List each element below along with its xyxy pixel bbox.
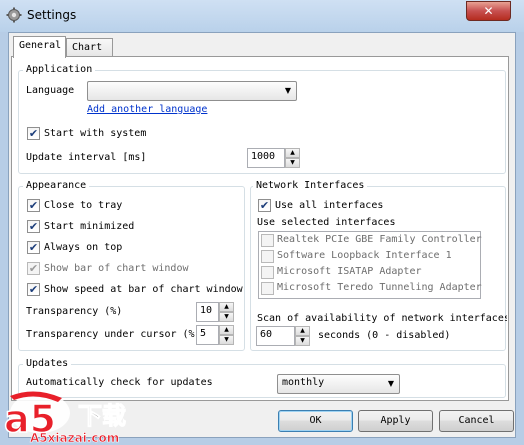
close-to-tray-checkbox[interactable]: ✔ bbox=[27, 199, 40, 212]
tab-general-label: General bbox=[19, 40, 62, 51]
interface-checkbox bbox=[261, 250, 274, 263]
update-frequency-value: monthly bbox=[282, 377, 325, 388]
show-speed-label: Show speed at bar of chart window bbox=[44, 284, 243, 295]
title-bar bbox=[0, 0, 524, 32]
tab-general[interactable]: General bbox=[13, 36, 66, 58]
close-button[interactable]: ✕ bbox=[466, 1, 511, 21]
start-with-system-label: Start with system bbox=[44, 128, 147, 139]
spin-down-icon[interactable]: ▼ bbox=[295, 336, 310, 346]
close-to-tray-label: Close to tray bbox=[44, 200, 123, 211]
always-on-top-label: Always on top bbox=[44, 242, 123, 253]
transparency-cursor-input[interactable]: 5 bbox=[196, 325, 219, 345]
transparency-spinner[interactable]: ▲ ▼ bbox=[219, 302, 234, 322]
chevron-down-icon: ▼ bbox=[284, 86, 291, 95]
interface-checkbox bbox=[261, 234, 274, 247]
spin-up-icon[interactable]: ▲ bbox=[285, 148, 300, 158]
updates-legend: Updates bbox=[23, 358, 72, 369]
interface-item: Microsoft Teredo Tunneling Adapter bbox=[277, 282, 482, 293]
interface-item: Microsoft ISATAP Adapter bbox=[277, 266, 422, 277]
watermark-brand-text: 下载 bbox=[78, 402, 126, 430]
a5-watermark-logo: a5 下载 A5xiazai.com bbox=[3, 391, 127, 445]
language-label: Language bbox=[26, 85, 75, 96]
use-all-interfaces-checkbox[interactable]: ✔ bbox=[258, 199, 271, 212]
tab-chart[interactable]: Chart bbox=[66, 38, 113, 58]
start-with-system-checkbox[interactable]: ✔ bbox=[27, 127, 40, 140]
start-minimized-checkbox[interactable]: ✔ bbox=[27, 220, 40, 233]
interface-item: Software Loopback Interface 1 bbox=[277, 250, 452, 261]
scan-unit-label: seconds (0 - disabled) bbox=[318, 330, 451, 341]
transparency-cursor-spinner[interactable]: ▲ ▼ bbox=[219, 325, 234, 345]
spin-down-icon[interactable]: ▼ bbox=[219, 312, 234, 322]
cancel-button[interactable]: Cancel bbox=[439, 410, 514, 432]
show-bar-label: Show bar of chart window bbox=[44, 263, 189, 274]
scan-interval-input[interactable]: 60 bbox=[256, 326, 295, 346]
interface-item: Realtek PCIe GBE Family Controller bbox=[277, 234, 482, 245]
transparency-input[interactable]: 10 bbox=[196, 302, 219, 322]
ok-button[interactable]: OK bbox=[278, 410, 353, 432]
use-selected-label: Use selected interfaces bbox=[257, 217, 396, 228]
spin-up-icon[interactable]: ▲ bbox=[219, 325, 234, 335]
always-on-top-checkbox[interactable]: ✔ bbox=[27, 241, 40, 254]
update-interval-spinner[interactable]: ▲ ▼ bbox=[285, 148, 300, 168]
scan-interval-spinner[interactable]: ▲ ▼ bbox=[295, 326, 310, 346]
spin-down-icon[interactable]: ▼ bbox=[219, 335, 234, 345]
start-minimized-label: Start minimized bbox=[44, 221, 135, 232]
watermark-site-text: A5xiazai.com bbox=[30, 431, 119, 445]
chevron-down-icon: ▼ bbox=[387, 379, 394, 388]
auto-check-updates-label: Automatically check for updates bbox=[26, 377, 213, 388]
apply-button[interactable]: Apply bbox=[358, 410, 433, 432]
network-interfaces-legend: Network Interfaces bbox=[253, 180, 368, 191]
add-language-link[interactable]: Add another language bbox=[87, 104, 207, 115]
use-all-interfaces-label: Use all interfaces bbox=[275, 200, 384, 211]
scan-availability-label: Scan of availability of network interfac… bbox=[257, 313, 507, 324]
update-interval-input[interactable]: 1000 bbox=[247, 148, 285, 168]
update-interval-label: Update interval [ms] bbox=[26, 152, 147, 163]
transparency-label: Transparency (%) bbox=[26, 306, 123, 317]
spin-up-icon[interactable]: ▲ bbox=[219, 302, 234, 312]
tab-chart-label: Chart bbox=[72, 42, 103, 53]
spin-up-icon[interactable]: ▲ bbox=[295, 326, 310, 336]
transparency-cursor-label: Transparency under cursor (%) bbox=[26, 329, 198, 340]
application-legend: Application bbox=[23, 64, 96, 75]
window-title: Settings bbox=[27, 8, 77, 22]
interface-checkbox bbox=[261, 282, 274, 295]
interface-checkbox bbox=[261, 266, 274, 279]
update-frequency-select[interactable]: monthly ▼ bbox=[277, 374, 400, 394]
spin-down-icon[interactable]: ▼ bbox=[285, 158, 300, 168]
language-select[interactable]: ▼ bbox=[87, 81, 297, 101]
show-bar-checkbox: ✔ bbox=[27, 262, 40, 275]
appearance-legend: Appearance bbox=[23, 180, 90, 191]
show-speed-checkbox[interactable]: ✔ bbox=[27, 283, 40, 296]
close-icon: ✕ bbox=[483, 4, 494, 18]
settings-gear-icon bbox=[6, 7, 22, 23]
